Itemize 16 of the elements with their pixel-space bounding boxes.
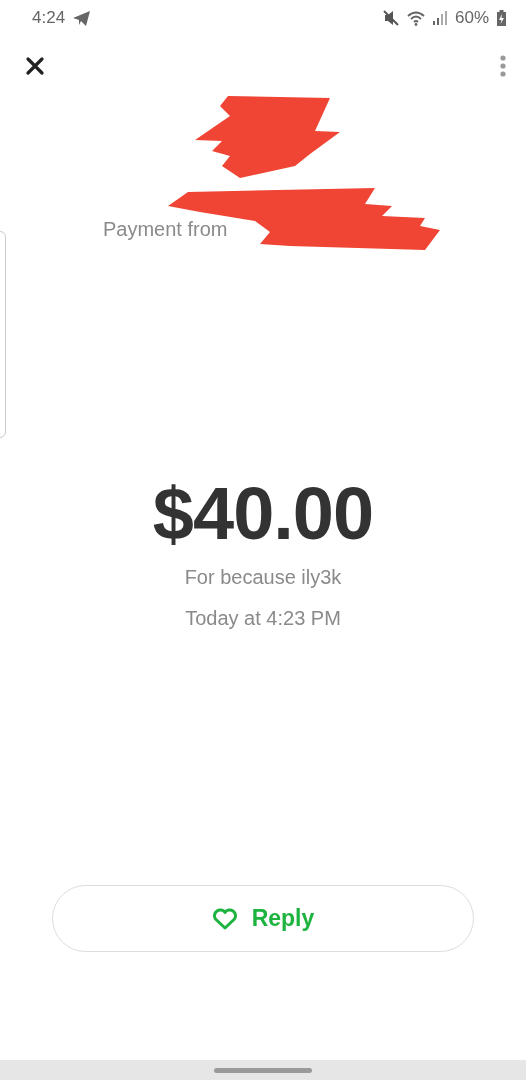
paper-plane-icon (73, 10, 91, 26)
clock-time: 4:24 (32, 8, 66, 28)
reply-button[interactable]: Reply (52, 885, 474, 952)
close-icon[interactable] (25, 56, 45, 76)
home-handle[interactable] (214, 1067, 312, 1073)
battery-charging-icon (497, 10, 506, 26)
payment-date: Today at 4:23 PM (185, 607, 341, 630)
signal-icon (432, 11, 447, 25)
payment-note: For because ily3k (184, 566, 342, 589)
heart-icon (211, 907, 238, 930)
wifi-icon (406, 10, 425, 26)
mute-icon (382, 10, 399, 26)
battery-percent: 60% (454, 8, 489, 28)
more-options-icon[interactable] (500, 55, 506, 77)
payment-amount: $40.00 (152, 471, 374, 556)
payment-subtitle: Payment from (103, 218, 228, 241)
